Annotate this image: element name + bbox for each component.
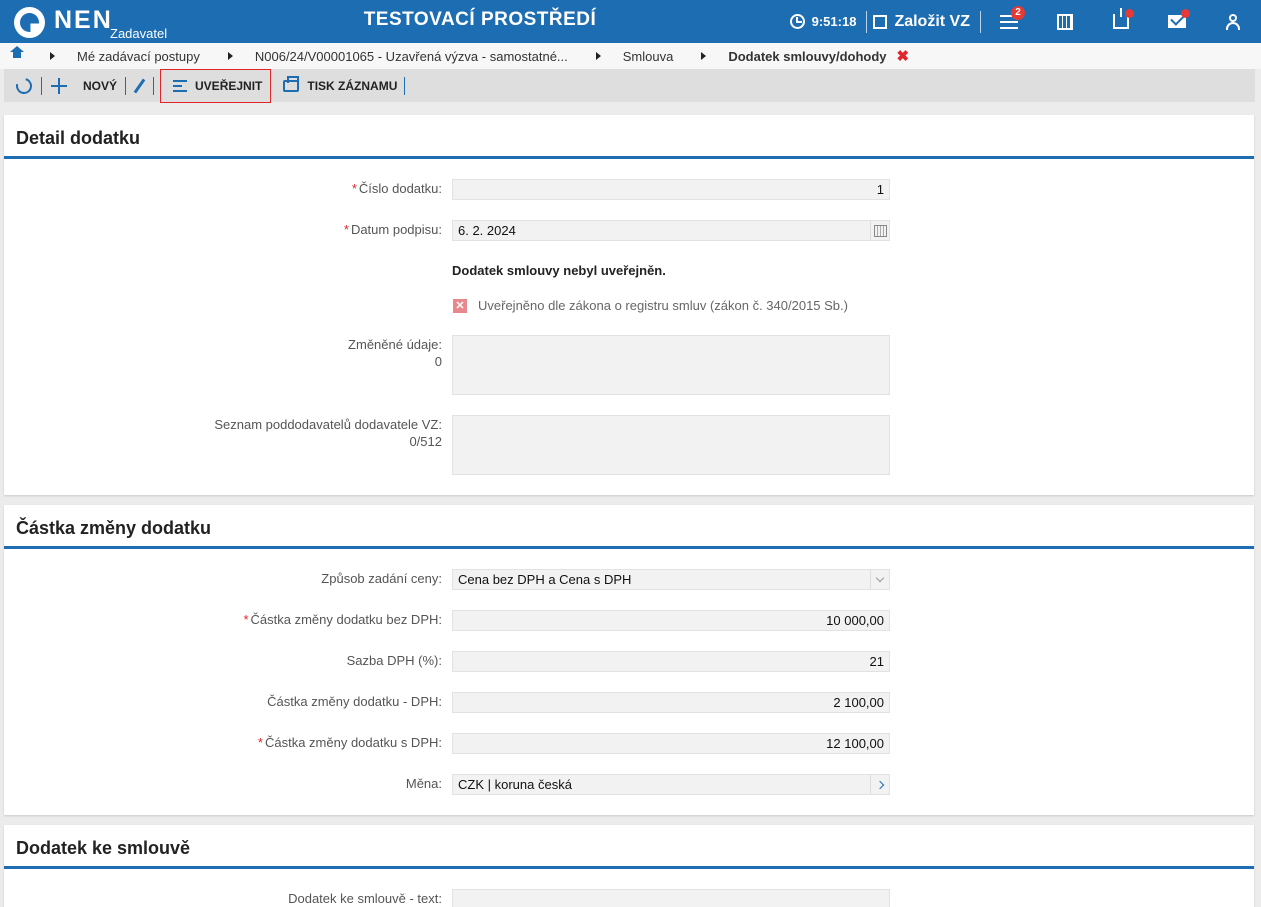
breadcrumb-current: Dodatek smlouvy/dohody: [728, 48, 887, 64]
vat-label: Částka změny dodatku - DPH:: [267, 694, 442, 709]
method-dropdown-button[interactable]: [870, 570, 889, 589]
method-value: Cena bez DPH a Cena s DPH: [458, 572, 632, 587]
publish-icon: [173, 79, 188, 92]
addendum-panel-header: Dodatek ke smlouvě: [4, 825, 1254, 869]
create-vz-button[interactable]: Založit VZ: [867, 10, 981, 33]
registry-checkbox-label: Uveřejněno dle zákona o registru smluv (…: [478, 298, 848, 313]
subs-textarea[interactable]: [452, 415, 890, 475]
vat-field[interactable]: 2 100,00: [452, 692, 890, 713]
create-vz-label: Založit VZ: [894, 12, 970, 30]
detail-panel-header: Detail dodatku: [4, 115, 1254, 159]
with-vat-label: * Částka změny dodatku s DPH:: [257, 735, 442, 750]
user-icon: [1226, 13, 1240, 30]
amount-panel-header: Částka změny dodatku: [4, 505, 1254, 549]
close-icon[interactable]: ✖: [897, 47, 910, 65]
datum-field[interactable]: 6. 2. 2024: [452, 220, 890, 241]
amount-panel: Částka změny dodatku Způsob zadání ceny:…: [4, 505, 1254, 815]
breadcrumb-item-procedure[interactable]: N006/24/V00001065 - Uzavřená výzva - sam…: [255, 49, 568, 64]
session-clock: 9:51:18: [789, 10, 868, 33]
calculator-button[interactable]: [1037, 0, 1093, 43]
datum-label: * Datum podpisu:: [343, 222, 442, 237]
vat-rate-label: Sazba DPH (%):: [346, 653, 442, 668]
inbox-notification-dot: [1125, 9, 1134, 18]
registry-checkbox[interactable]: ✕: [453, 299, 467, 313]
mail-notification-dot: [1181, 9, 1190, 18]
changed-label: Změněné údaje:: [348, 337, 442, 352]
currency-label: Měna:: [405, 776, 442, 791]
chevron-down-icon: [875, 573, 885, 583]
subs-counter: 0/512: [409, 434, 442, 449]
toolbar-divider: [153, 76, 155, 95]
clock-icon: [789, 14, 805, 29]
refresh-icon: [13, 74, 35, 97]
currency-picker-button[interactable]: [870, 775, 889, 794]
without-vat-field[interactable]: 10 000,00: [452, 610, 890, 631]
breadcrumb-separator-icon: [227, 52, 233, 60]
subs-label: Seznam poddodavatelů dodavatele VZ:: [214, 417, 442, 432]
detail-panel: Detail dodatku * Číslo dodatku: 1 * Datum …: [4, 115, 1254, 495]
cislo-field[interactable]: 1: [452, 179, 890, 200]
inbox-button[interactable]: [1093, 0, 1149, 43]
new-label: NOVÝ: [83, 78, 118, 93]
user-button[interactable]: [1205, 0, 1261, 43]
mail-button[interactable]: [1149, 0, 1205, 43]
panel-title: Částka změny dodatku: [16, 518, 212, 538]
toolbar-divider: [404, 76, 406, 95]
new-button[interactable]: NOVÝ: [42, 69, 125, 102]
addendum-panel: Dodatek ke smlouvě Dodatek ke smlouvě - …: [4, 825, 1254, 907]
breadcrumb-separator-icon: [701, 52, 707, 60]
breadcrumb-item-contract[interactable]: Smlouva: [623, 49, 674, 64]
addendum-textarea[interactable]: [452, 889, 890, 907]
without-vat-label: * Částka změny dodatku bez DPH:: [243, 612, 442, 627]
edit-button[interactable]: [126, 69, 153, 102]
currency-value: CZK | koruna česká: [458, 777, 572, 792]
home-icon[interactable]: [10, 46, 24, 61]
plus-icon: [51, 77, 67, 94]
changed-counter: 0: [434, 354, 442, 369]
addendum-text-label: Dodatek ke smlouvě - text:: [288, 891, 442, 906]
toolbar: NOVÝ UVEŘEJNIT TISK ZÁZNAMU: [4, 68, 1255, 103]
pencil-icon: [133, 78, 146, 93]
publish-button[interactable]: UVEŘEJNIT: [160, 68, 272, 103]
print-label: TISK ZÁZNAMU: [307, 78, 398, 93]
not-published-note: Dodatek smlouvy nebyl uveřejněn.: [452, 263, 666, 278]
print-button[interactable]: TISK ZÁZNAMU: [271, 69, 404, 102]
calendar-icon: [873, 224, 887, 237]
breadcrumb-separator-icon: [50, 52, 55, 60]
top-bar: NEN Zadavatel TESTOVACÍ PROSTŘEDÍ 9:51:1…: [0, 0, 1261, 43]
calendar-button[interactable]: [870, 221, 889, 240]
publish-label: UVEŘEJNIT: [195, 78, 263, 93]
panel-title: Detail dodatku: [16, 128, 141, 148]
vat-rate-field[interactable]: 21: [452, 651, 890, 672]
calculator-icon: [1057, 13, 1073, 30]
menu-badge: 2: [1011, 6, 1025, 20]
edit-icon: [873, 14, 888, 29]
breadcrumb-separator-icon: [595, 52, 601, 60]
menu-button[interactable]: 2: [981, 0, 1037, 43]
with-vat-field[interactable]: 12 100,00: [452, 733, 890, 754]
chevron-right-icon: [875, 780, 885, 789]
cislo-label: * Číslo dodatku:: [351, 181, 442, 196]
refresh-button[interactable]: [4, 69, 41, 102]
changed-textarea[interactable]: [452, 335, 890, 395]
method-label: Způsob zadání ceny:: [321, 571, 442, 586]
breadcrumb-item-my-procedures[interactable]: Mé zadávací postupy: [77, 49, 200, 64]
currency-field[interactable]: CZK | koruna česká: [452, 774, 890, 795]
method-select[interactable]: Cena bez DPH a Cena s DPH: [452, 569, 890, 590]
panel-title: Dodatek ke smlouvě: [16, 838, 191, 858]
breadcrumb: Mé zadávací postupy N006/24/V00001065 - …: [0, 43, 1261, 69]
print-icon: [283, 75, 300, 92]
datum-value: 6. 2. 2024: [458, 223, 516, 238]
session-time: 9:51:18: [811, 14, 857, 29]
